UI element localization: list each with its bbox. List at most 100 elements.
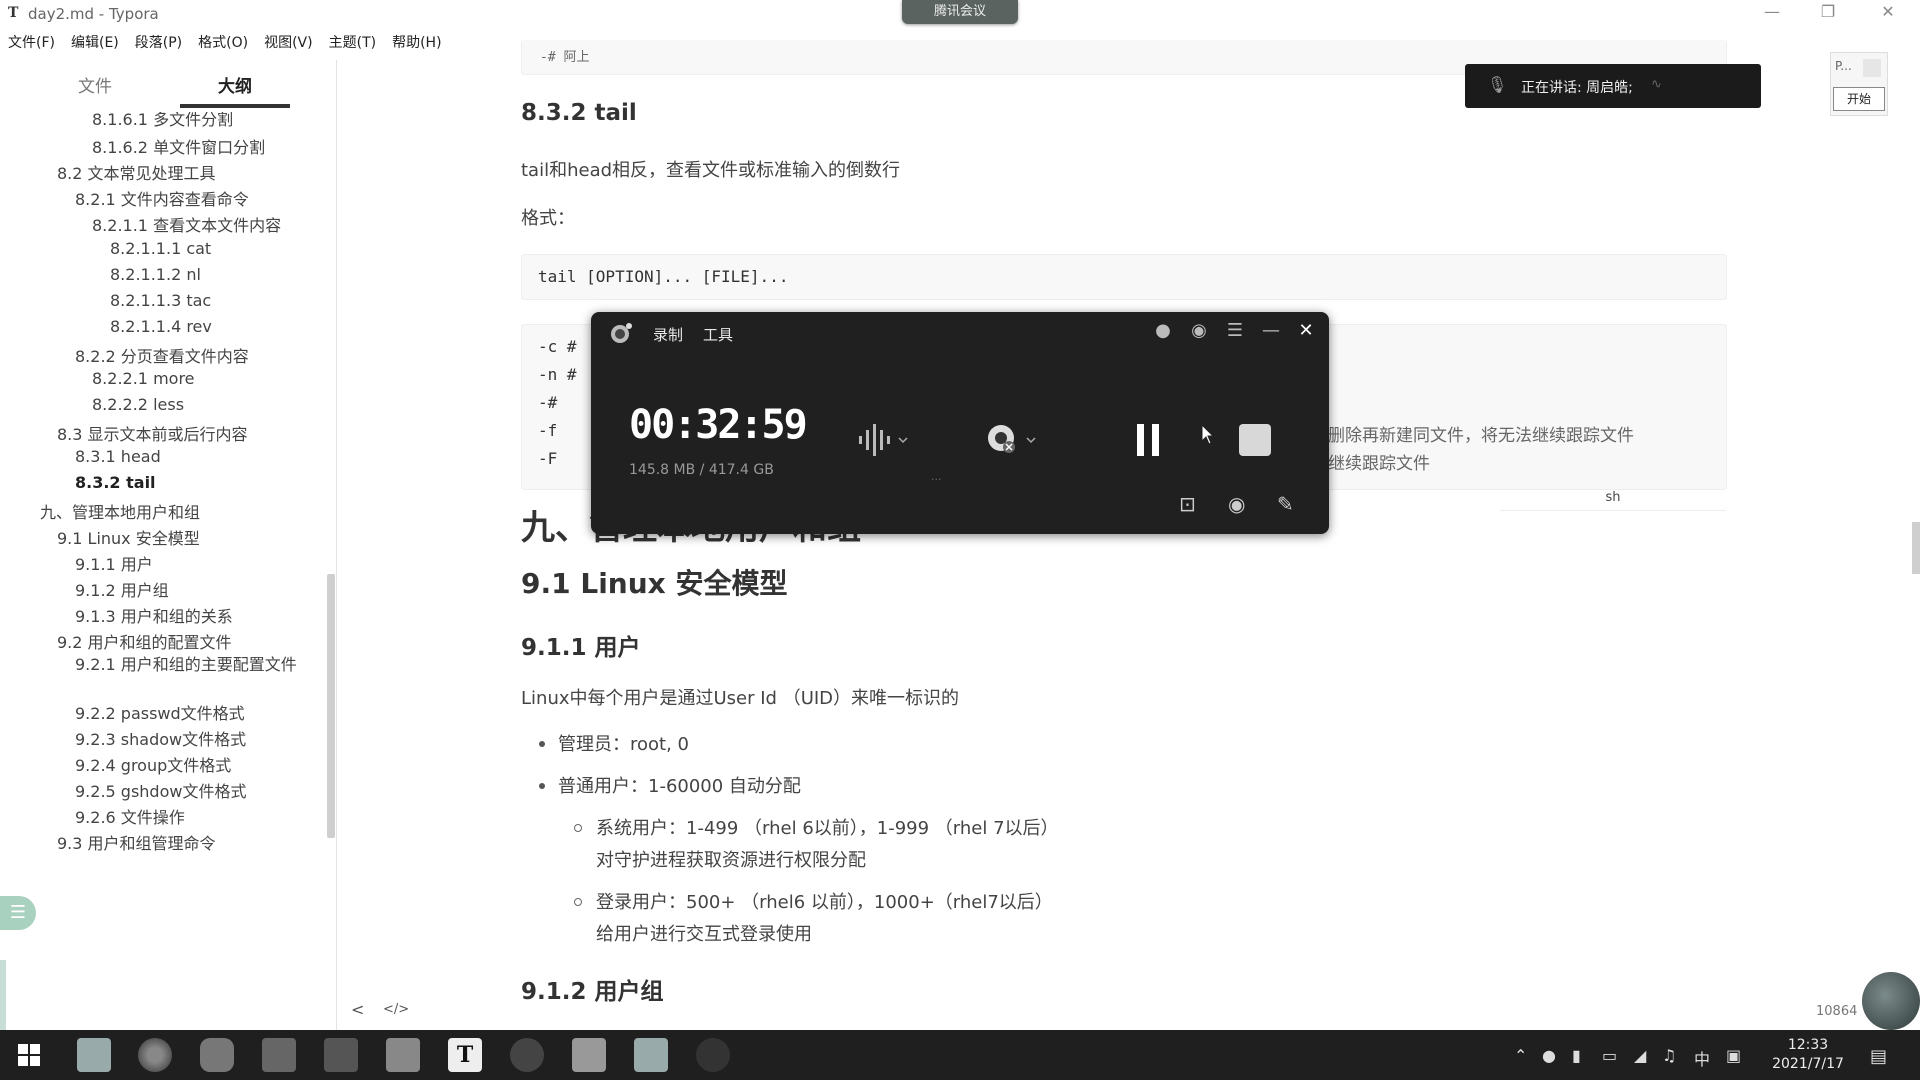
sub-bullet-system-desc: 对守护进程获取资源进行权限分配 [596, 850, 866, 871]
taskbar-browser-icon[interactable] [138, 1038, 172, 1072]
outline-item[interactable]: 8.2.1 文件内容查看命令 [75, 186, 249, 210]
tray-network-icon[interactable]: ◢ [1634, 1046, 1646, 1065]
outline-item[interactable]: 9.2.5 gshdow文件格式 [75, 778, 246, 802]
minimize-icon[interactable]: — [1760, 2, 1784, 21]
window-edge-bottom [0, 960, 6, 1030]
storage-usage: 145.8 MB / 417.4 GB [629, 462, 774, 478]
menu-help[interactable]: 帮助(H) [384, 30, 449, 54]
notification-center-icon[interactable]: ▤ [1870, 1046, 1887, 1067]
mini-panel-label: P... [1835, 59, 1852, 73]
restore-icon[interactable]: ❐ [1816, 2, 1840, 21]
taskbar-folder-icon[interactable] [386, 1038, 420, 1072]
outline-item[interactable]: 8.2.1.1.1 cat [110, 239, 211, 258]
annotate-pen-icon[interactable]: ✎ [1277, 492, 1294, 516]
outline-item[interactable]: 9.3 用户和组管理命令 [57, 830, 216, 854]
windows-start-icon[interactable] [18, 1044, 40, 1066]
outline-item[interactable]: 9.2 用户和组的配置文件 [57, 629, 232, 653]
webcam-icon[interactable] [981, 420, 1041, 460]
menu-icon[interactable]: ☰ [1223, 320, 1247, 341]
outline-item[interactable]: 8.2.2.1 more [92, 369, 195, 388]
outline-item[interactable]: 8.1.6.2 单文件窗口分割 [92, 134, 265, 158]
tab-outline[interactable]: 大纲 [180, 70, 290, 108]
outline-item[interactable]: 8.2.1.1 查看文本文件内容 [92, 212, 281, 236]
start-button[interactable]: 开始 [1833, 87, 1885, 111]
outline-item[interactable]: 9.1.3 用户和组的关系 [75, 603, 233, 627]
taskbar-app-image-icon[interactable] [634, 1038, 668, 1072]
tray-app-icon[interactable]: ● [1542, 1046, 1556, 1065]
tencent-meeting-tab[interactable]: 腾讯会议 [902, 0, 1018, 24]
outline-item[interactable]: 8.2 文本常见处理工具 [57, 160, 216, 184]
tray-ime-indicator[interactable]: 中 [1694, 1046, 1710, 1070]
stop-button[interactable] [1239, 424, 1271, 456]
outline-item[interactable]: 9.1.1 用户 [75, 551, 153, 575]
outline-item[interactable]: 8.2.1.1.3 tac [110, 291, 211, 310]
outline-item[interactable]: 8.1.6.1 多文件分割 [92, 112, 233, 130]
code-language-tag[interactable]: sh [1500, 486, 1726, 511]
close-icon[interactable]: ✕ [1876, 2, 1900, 21]
taskbar-clock[interactable]: 12:33 2021/7/17 [1768, 1036, 1848, 1074]
outline-item[interactable]: 8.2.2.2 less [92, 395, 184, 414]
sidebar-toggle-button[interactable]: ☰ [0, 896, 36, 930]
audio-level-icon[interactable] [857, 422, 913, 458]
code-block-syntax[interactable]: tail [OPTION]... [FILE]... [521, 254, 1727, 300]
camera-snapshot-icon[interactable]: ◉ [1228, 492, 1245, 516]
code-clipped-line: -# 阿上 [540, 50, 590, 65]
editor-scrollbar[interactable] [1912, 522, 1920, 574]
close-icon[interactable]: ✕ [1294, 320, 1318, 341]
taskbar-wechat-icon[interactable] [200, 1038, 234, 1072]
tray-volume-icon[interactable]: ♫ [1662, 1046, 1676, 1065]
taskbar-photos-icon[interactable] [324, 1038, 358, 1072]
tray-battery-icon[interactable]: ▭ [1602, 1046, 1617, 1065]
menu-theme[interactable]: 主题(T) [321, 30, 384, 54]
sidebar: 文件 大纲 8.1.6.1 多文件分割 8.1.6.2 单文件窗口分割 8.2 … [0, 60, 337, 1030]
heading-tail: 8.3.2 tail [521, 100, 637, 126]
taskbar-app-image-icon[interactable] [77, 1038, 111, 1072]
menu-tools[interactable]: 工具 [703, 324, 733, 345]
outline-item[interactable]: 8.2.1.1.2 nl [110, 265, 201, 284]
menu-format[interactable]: 格式(O) [190, 30, 256, 54]
source-mode-button[interactable]: </> [383, 1002, 409, 1017]
tray-mic-icon[interactable]: ▮ [1572, 1046, 1581, 1065]
floating-avatar[interactable] [1862, 972, 1920, 1030]
pause-button[interactable] [1131, 420, 1165, 460]
menu-view[interactable]: 视图(V) [256, 30, 321, 54]
tray-chevron-icon[interactable]: ⌃ [1514, 1046, 1527, 1065]
chat-icon[interactable]: ◉ [1187, 320, 1211, 341]
menu-edit[interactable]: 编辑(E) [63, 30, 127, 54]
sidebar-scrollbar[interactable] [327, 574, 335, 838]
tab-files[interactable]: 文件 [40, 70, 150, 104]
outline-item[interactable]: 9.2.6 文件操作 [75, 804, 185, 828]
outline-item[interactable]: 九、管理本地用户和组 [40, 499, 200, 523]
minimize-icon[interactable]: — [1259, 320, 1283, 341]
outline-item[interactable]: 9.2.3 shadow文件格式 [75, 726, 246, 750]
outline-item[interactable]: 8.2.2 分页查看文件内容 [75, 343, 249, 367]
taskbar-app-icon[interactable] [510, 1038, 544, 1072]
taskbar-notes-icon[interactable] [572, 1038, 606, 1072]
menu-file[interactable]: 文件(F) [0, 30, 63, 54]
option-line: -n # [538, 365, 577, 384]
taskbar-recorder-icon[interactable] [696, 1038, 730, 1072]
menu-paragraph[interactable]: 段落(P) [127, 30, 190, 54]
nav-back-button[interactable]: < [351, 1000, 364, 1019]
outline-item[interactable]: 8.3 显示文本前或后行内容 [57, 421, 248, 445]
outline-item[interactable]: 8.2.1.1.4 rev [110, 317, 212, 336]
menu-record[interactable]: 录制 [653, 324, 683, 345]
collapse-icon[interactable]: ⊡ [1179, 492, 1196, 516]
outline-item[interactable]: 9.2.1 用户和组的主要配置文件 [75, 655, 300, 675]
outline-item[interactable]: 8.3.1 head [75, 447, 161, 466]
account-icon[interactable]: ● [1151, 320, 1175, 341]
outline-item[interactable]: 9.1 Linux 安全模型 [57, 525, 200, 549]
uid-description: Linux中每个用户是通过User Id （UID）来唯一标识的 [521, 688, 960, 709]
title-bar: T day2.md - Typora 腾讯会议 — ❐ ✕ [0, 0, 1920, 28]
outline-item[interactable]: 9.2.4 group文件格式 [75, 752, 231, 776]
menu-bar: 文件(F) 编辑(E) 段落(P) 格式(O) 视图(V) 主题(T) 帮助(H… [0, 30, 450, 54]
outline-item[interactable]: 9.2.2 passwd文件格式 [75, 700, 245, 724]
taskbar-windows-icon[interactable] [262, 1038, 296, 1072]
outline-item[interactable]: 9.1.2 用户组 [75, 577, 169, 601]
outline-item-active[interactable]: 8.3.2 tail [75, 473, 156, 492]
screen-recorder-window: 录制 工具 ● ◉ ☰ — ✕ 00:32:59 145.8 MB / 417.… [591, 312, 1329, 534]
word-count[interactable]: 10864 [1816, 1004, 1857, 1019]
tray-search-icon[interactable]: ▣ [1726, 1046, 1741, 1065]
option-line: -F [538, 449, 558, 468]
taskbar-typora-icon[interactable]: T [448, 1038, 482, 1072]
